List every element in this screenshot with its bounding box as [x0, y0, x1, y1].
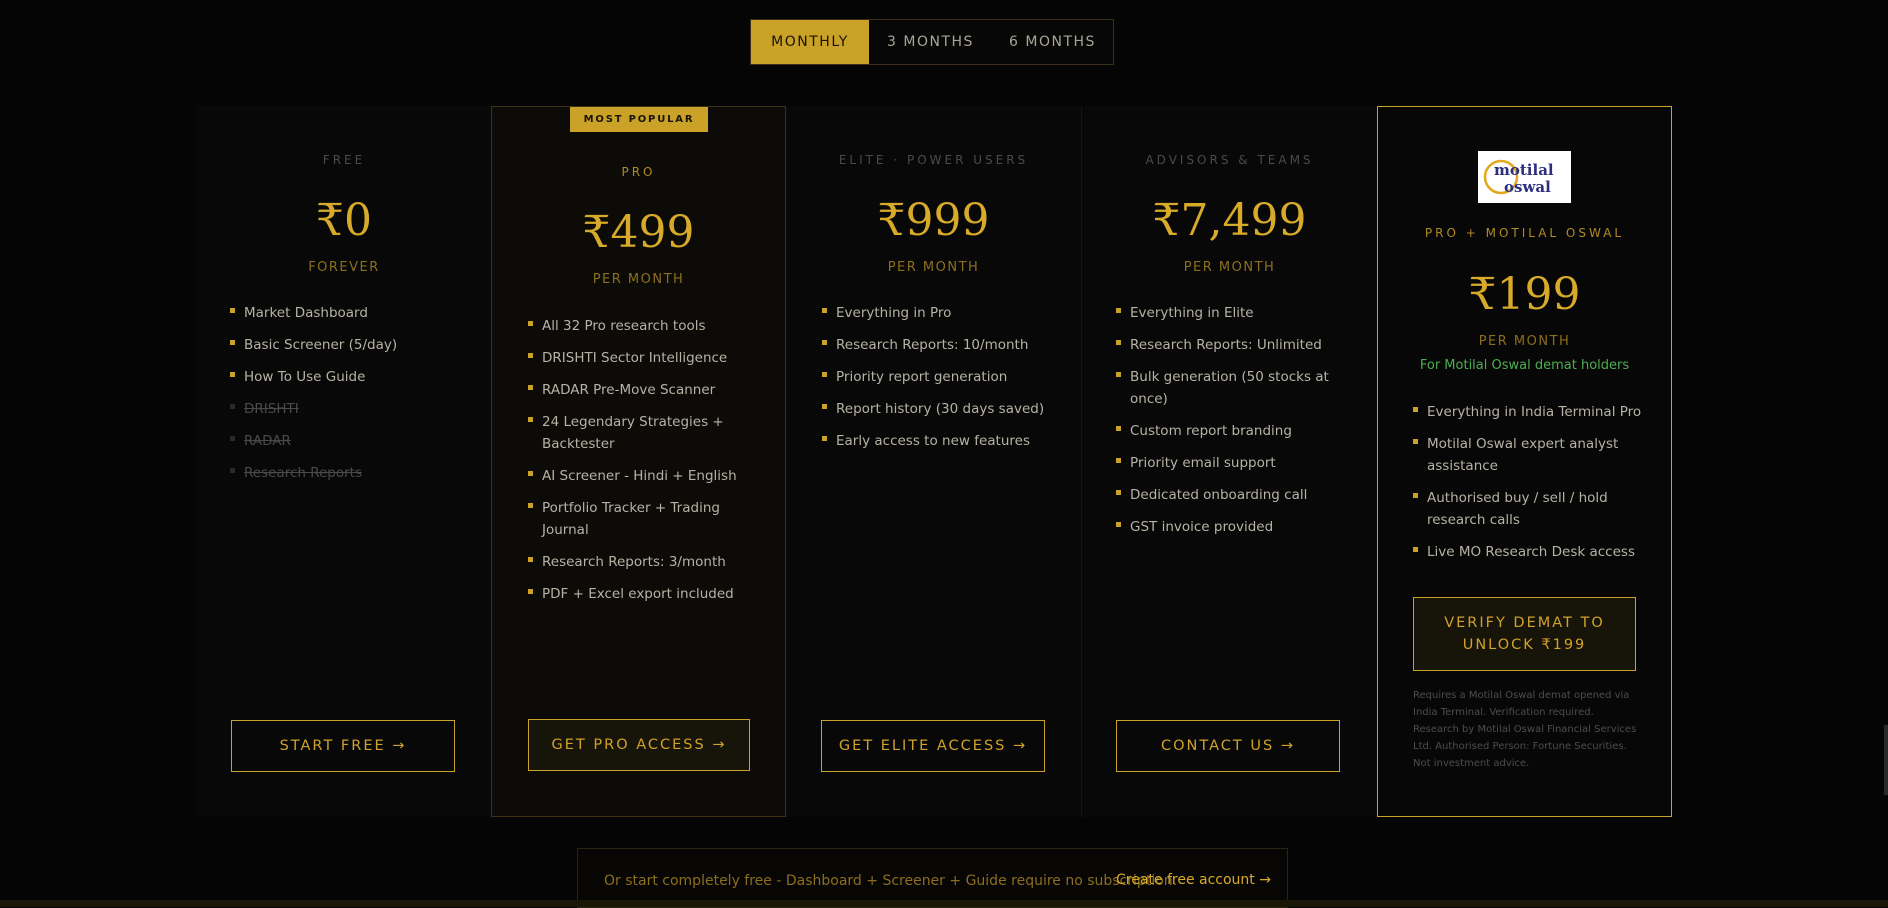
- plan-card-elite: ELITE · POWER USERS ₹999 PER MONTH Every…: [786, 106, 1081, 817]
- feature-item: All 32 Pro research tools: [528, 315, 738, 337]
- feature-list: Everything in Pro Research Reports: 10/m…: [822, 302, 1052, 452]
- feature-item: DRISHTI Sector Intelligence: [528, 347, 738, 369]
- feature-item: 24 Legendary Strategies + Backtester: [528, 411, 738, 455]
- plan-card-advisors: ADVISORS & TEAMS ₹7,499 PER MONTH Everyt…: [1082, 106, 1377, 817]
- feature-item: Live MO Research Desk access: [1413, 541, 1643, 563]
- plan-period: PER MONTH: [887, 260, 980, 275]
- feature-item: Early access to new features: [822, 430, 1052, 452]
- feature-item-excluded: DRISHTI: [230, 398, 470, 420]
- feature-list: Everything in Elite Research Reports: Un…: [1116, 302, 1336, 538]
- plan-price: ₹7,499: [1152, 195, 1307, 246]
- free-signup-strip: Or start completely free - Dashboard + S…: [577, 848, 1288, 908]
- feature-item: Report history (30 days saved): [822, 398, 1052, 420]
- plan-card-free: FREE ₹0 FOREVER Market Dashboard Basic S…: [196, 106, 492, 817]
- page-bottom-edge: [0, 900, 1888, 907]
- toggle-3-months[interactable]: 3 MONTHS: [869, 20, 992, 64]
- plan-tier: PRO + MOTILAL OSWAL: [1424, 226, 1625, 240]
- billing-period-toggle: MONTHLY 3 MONTHS 6 MONTHS: [750, 19, 1114, 65]
- contact-us-button[interactable]: CONTACT US →: [1116, 720, 1340, 772]
- feature-item: Everything in India Terminal Pro: [1413, 401, 1643, 423]
- verify-demat-button-line1: VERIFY DEMAT TO: [1444, 615, 1605, 631]
- verify-demat-button-line2: UNLOCK ₹199: [1462, 637, 1587, 653]
- free-signup-text: Or start completely free - Dashboard + S…: [604, 873, 1178, 889]
- feature-item: GST invoice provided: [1116, 516, 1336, 538]
- feature-item: Dedicated onboarding call: [1116, 484, 1336, 506]
- feature-item: Bulk generation (50 stocks at once): [1116, 366, 1336, 410]
- feature-item: Authorised buy / sell / hold research ca…: [1413, 487, 1643, 531]
- feature-item: Research Reports: 10/month: [822, 334, 1052, 356]
- svg-text:motilal: motilal: [1494, 161, 1554, 179]
- toggle-6-months[interactable]: 6 MONTHS: [992, 20, 1113, 64]
- svg-text:oswal: oswal: [1504, 178, 1551, 196]
- feature-list: Market Dashboard Basic Screener (5/day) …: [230, 302, 470, 484]
- feature-item-excluded: RADAR: [230, 430, 470, 452]
- plan-tier: ADVISORS & TEAMS: [1145, 153, 1314, 167]
- feature-item: AI Screener - Hindi + English: [528, 465, 738, 487]
- feature-item: Everything in Elite: [1116, 302, 1336, 324]
- plan-period: PER MONTH: [592, 272, 685, 287]
- plan-card-pro: MOST POPULAR PRO ₹499 PER MONTH All 32 P…: [491, 106, 786, 817]
- fine-print: Requires a Motilal Oswal demat opened vi…: [1413, 690, 1637, 769]
- feature-item: Motilal Oswal expert analyst assistance: [1413, 433, 1643, 477]
- plan-price: ₹499: [582, 207, 695, 258]
- plan-price: ₹0: [316, 195, 372, 246]
- most-popular-badge: MOST POPULAR: [570, 107, 708, 132]
- motilal-oswal-logo-mark: motilal oswal: [1483, 159, 1554, 196]
- feature-list: Everything in India Terminal Pro Motilal…: [1413, 401, 1643, 563]
- plan-period: PER MONTH: [1478, 334, 1571, 349]
- feature-item: Priority report generation: [822, 366, 1052, 388]
- feature-item: Basic Screener (5/day): [230, 334, 470, 356]
- feature-item-excluded: Research Reports: [230, 462, 470, 484]
- feature-item: Research Reports: 3/month: [528, 551, 738, 573]
- motilal-oswal-logo: motilal oswal: [1478, 151, 1571, 203]
- plan-tier: ELITE · POWER USERS: [838, 153, 1029, 167]
- plan-price: ₹199: [1468, 269, 1581, 320]
- feature-list: All 32 Pro research tools DRISHTI Sector…: [528, 315, 738, 605]
- get-pro-access-button[interactable]: GET PRO ACCESS →: [528, 719, 750, 771]
- feature-item: Research Reports: Unlimited: [1116, 334, 1336, 356]
- feature-item: Custom report branding: [1116, 420, 1336, 442]
- plan-tier: PRO: [621, 165, 656, 179]
- plan-period: FOREVER: [308, 260, 380, 275]
- scrollbar-thumb[interactable]: [1884, 725, 1888, 795]
- feature-item: PDF + Excel export included: [528, 583, 738, 605]
- feature-item: Portfolio Tracker + Trading Journal: [528, 497, 738, 541]
- start-free-button[interactable]: START FREE →: [231, 720, 455, 772]
- feature-item: RADAR Pre-Move Scanner: [528, 379, 738, 401]
- verify-demat-button[interactable]: VERIFY DEMAT TO UNLOCK ₹199: [1413, 597, 1636, 671]
- create-free-account-link[interactable]: Create free account →: [1116, 872, 1271, 888]
- get-elite-access-button[interactable]: GET ELITE ACCESS →: [821, 720, 1045, 772]
- plan-price: ₹999: [877, 195, 990, 246]
- feature-item: How To Use Guide: [230, 366, 470, 388]
- plan-tier: FREE: [322, 153, 366, 167]
- plan-eligibility-note: For Motilal Oswal demat holders: [1419, 358, 1630, 373]
- toggle-monthly[interactable]: MONTHLY: [751, 20, 869, 64]
- plan-card-motilal-oswal: motilal oswal PRO + MOTILAL OSWAL ₹199 P…: [1377, 106, 1672, 817]
- plan-period: PER MONTH: [1183, 260, 1276, 275]
- feature-item: Everything in Pro: [822, 302, 1052, 324]
- feature-item: Priority email support: [1116, 452, 1336, 474]
- feature-item: Market Dashboard: [230, 302, 470, 324]
